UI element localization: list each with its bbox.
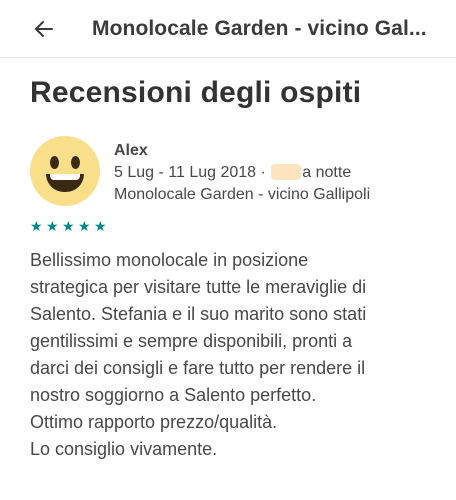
arrow-left-icon (35, 20, 53, 37)
avatar[interactable] (30, 136, 100, 206)
review-author: Alex (114, 142, 148, 159)
app-bar: Monolocale Garden - vicino Gal... (0, 0, 456, 58)
review-text-line: gentilissimi e sempre disponibili, pront… (30, 331, 353, 351)
star-icon: ★ (94, 218, 107, 234)
review-text-line: strategica per visitare tutte le meravig… (30, 277, 367, 297)
star-icon: ★ (30, 218, 43, 234)
star-icon: ★ (62, 218, 75, 234)
review-text-line: nostro soggiorno a Salento perfetto. (30, 385, 317, 405)
redacted-mark (271, 164, 302, 180)
page-title: Recensioni degli ospiti (30, 76, 362, 109)
review-text-line: Lo consiglio vivamente. (30, 439, 218, 459)
review-header: Alex 5 Lug - 11 Lug 2018 · a notte Monol… (30, 136, 456, 206)
avatar-mouth (46, 174, 84, 192)
review-listing: Monolocale Garden - vicino Gallipoli (114, 186, 371, 203)
review-date-range: 5 Lug - 11 Lug 2018 · (114, 164, 266, 181)
app-bar-title: Monolocale Garden - vicino Gal... (92, 16, 427, 40)
review-text: Bellissimo monolocale in posizione strate… (30, 247, 432, 463)
avatar-eye-right (71, 156, 80, 169)
review-night-suffix: a notte (302, 164, 352, 181)
star-icon: ★ (46, 218, 59, 234)
review-text-line: Ottimo rapporto prezzo/qualità. (30, 412, 278, 432)
review-text-line: Bellissimo monolocale in posizione (30, 250, 309, 270)
review-meta: Alex 5 Lug - 11 Lug 2018 · a notte Monol… (114, 142, 370, 206)
review-text-line: darci dei consigli e fare tutto per rend… (30, 358, 366, 378)
back-button[interactable] (30, 15, 58, 43)
review-text-line: Salento. Stefania e il suo marito sono s… (30, 304, 367, 324)
avatar-eye-left (50, 156, 59, 169)
star-icon: ★ (78, 218, 91, 234)
star-rating: ★ ★ ★ ★ ★ (30, 218, 456, 234)
review-stay: 5 Lug - 11 Lug 2018 · a notte (114, 164, 370, 182)
